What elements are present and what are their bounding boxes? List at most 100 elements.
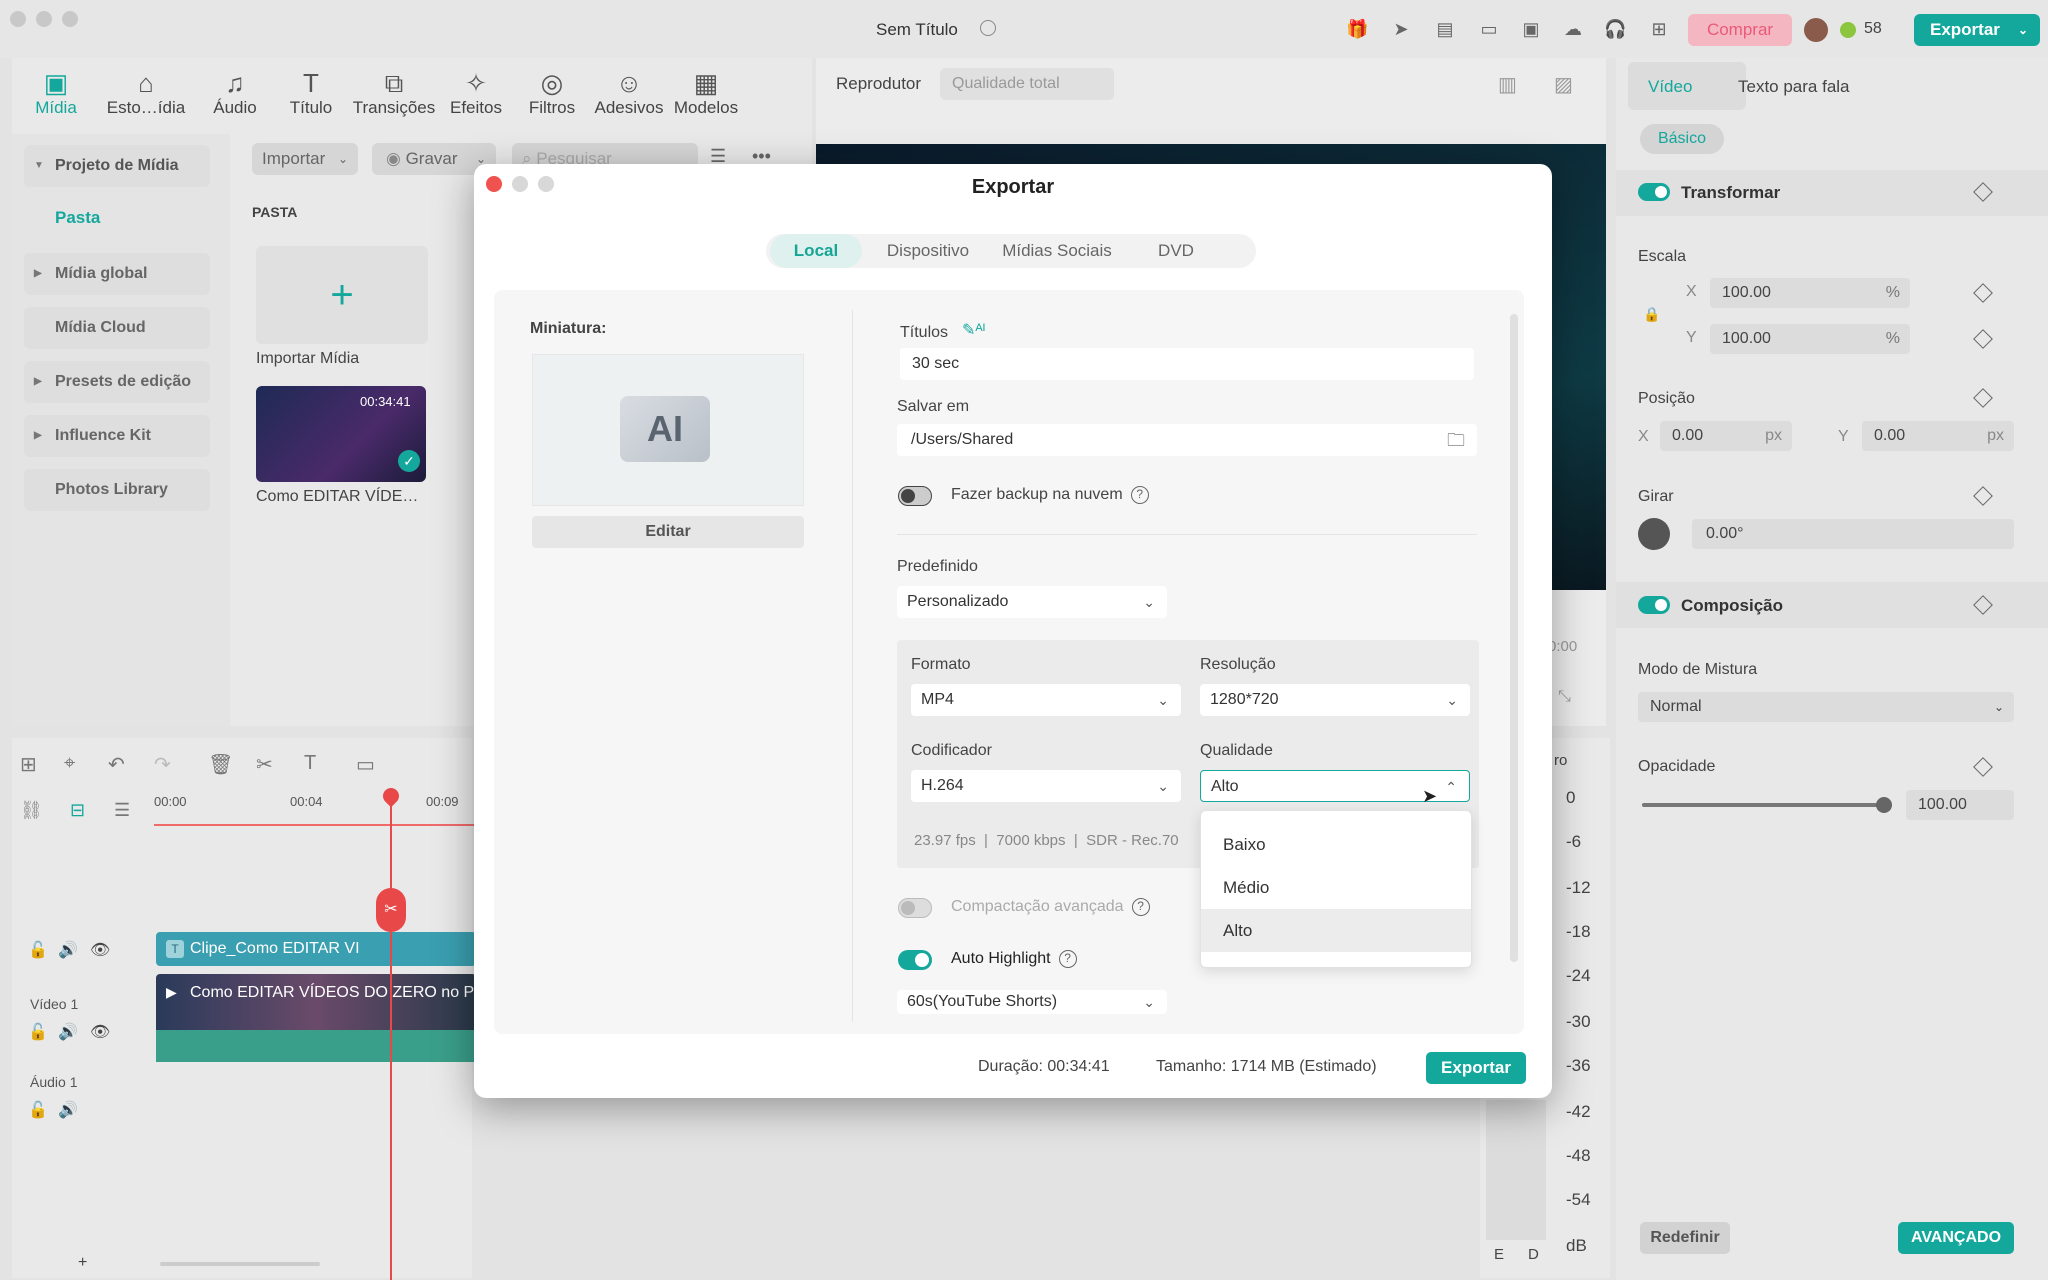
toolbar-media[interactable]: ▣ Mídia (30, 68, 82, 118)
title-input[interactable]: 30 sec (900, 348, 1474, 380)
lock-track-icon[interactable]: 🔓 (28, 940, 48, 960)
toolbar-title[interactable]: T Título (286, 68, 336, 118)
tab-video[interactable]: Vídeo (1648, 77, 1692, 97)
reset-button[interactable]: Redefinir (1640, 1222, 1730, 1254)
toolbar-templates[interactable]: ▦ Modelos (672, 68, 740, 118)
crop-icon[interactable]: ▭ (356, 752, 375, 777)
tab-social-media[interactable]: Mídias Sociais (992, 234, 1122, 268)
timeline-layout-icon[interactable]: ⊞ (20, 752, 37, 777)
sidebar-item-photos-library[interactable]: Photos Library (24, 469, 210, 511)
cloud-backup-toggle[interactable] (898, 486, 932, 506)
toolbar-transitions[interactable]: ⧉ Transições (352, 68, 436, 118)
highlight-duration-dropdown[interactable]: 60s(YouTube Shorts) ⌄ (897, 990, 1167, 1014)
redo-icon[interactable]: ↷ (154, 752, 171, 777)
toolbar-effects[interactable]: ✧ Efeitos (448, 68, 504, 118)
toolbar-stock-media[interactable]: ⌂ Esto…ídia (106, 68, 186, 118)
avatar[interactable] (1804, 18, 1828, 42)
help-icon[interactable]: ? (1130, 486, 1149, 504)
tab-local[interactable]: Local (770, 234, 862, 268)
toolbar-audio[interactable]: ♫ Áudio (210, 68, 260, 118)
folder-icon[interactable]: 🗀 (1447, 424, 1465, 456)
gift-icon[interactable]: 🎁 (1346, 18, 1368, 40)
export-top-button[interactable]: Exportar ⌄ (1914, 14, 2040, 46)
settings-scrollbar[interactable] (1510, 314, 1518, 962)
sidebar-item-project-media[interactable]: ▼ Projeto de Mídia (24, 145, 210, 187)
rotate-dial[interactable] (1638, 518, 1670, 550)
lock-track-icon[interactable]: 🔓 (28, 1022, 48, 1042)
advanced-compression-toggle[interactable] (898, 898, 932, 918)
eye-icon[interactable]: 👁 (90, 1022, 110, 1042)
send-icon[interactable]: ➤ (1390, 18, 1412, 40)
split-marker-icon[interactable]: ✂ (376, 888, 406, 932)
quality-option-high[interactable]: Alto (1201, 909, 1471, 952)
headset-icon[interactable]: 🎧 (1604, 18, 1626, 40)
zoom-window-button[interactable] (62, 11, 78, 27)
auto-highlight-toggle[interactable] (898, 950, 932, 970)
volume-icon[interactable]: 🔊 (58, 940, 78, 960)
toolbar-stickers[interactable]: ☺ Adesivos (592, 68, 666, 118)
magnet-icon[interactable]: ⊟ (70, 800, 85, 821)
sidebar-item-edit-presets[interactable]: ▶ Presets de edição (24, 361, 210, 403)
codec-dropdown[interactable]: H.264 ⌄ (911, 770, 1181, 802)
select-tool-icon[interactable]: ⌖ (64, 752, 75, 775)
import-media-tile[interactable]: + (256, 246, 428, 344)
blend-mode-dropdown[interactable]: Normal ⌄ (1638, 692, 2014, 722)
undo-icon[interactable]: ↶ (108, 752, 125, 777)
sidebar-item-influence-kit[interactable]: ▶ Influence Kit (24, 415, 210, 457)
tab-text-to-speech[interactable]: Texto para fala (1738, 77, 1850, 97)
eye-icon[interactable]: 👁 (90, 940, 110, 960)
help-icon[interactable]: ? (1131, 898, 1150, 916)
quality-option-low[interactable]: Baixo (1201, 823, 1471, 866)
transform-toggle[interactable] (1638, 183, 1670, 201)
quality-option-medium[interactable]: Médio (1201, 866, 1471, 909)
scale-y-input[interactable]: 100.00% (1710, 324, 1910, 354)
edit-thumbnail-button[interactable]: Editar (532, 516, 804, 548)
layout-icon[interactable]: ▭ (1478, 18, 1500, 40)
zoom-scrollbar[interactable] (160, 1262, 320, 1266)
save-path-input[interactable]: /Users/Shared 🗀 (897, 424, 1477, 456)
pos-x-input[interactable]: 0.00 px (1660, 421, 1792, 451)
image-icon[interactable]: ▨ (1554, 72, 1573, 97)
composition-toggle[interactable] (1638, 596, 1670, 614)
basic-chip[interactable]: Básico (1640, 124, 1724, 154)
unlink-icon[interactable]: ⛓ (20, 800, 43, 821)
quality-dropdown[interactable]: Qualidade total (940, 68, 1114, 100)
save-icon[interactable]: ▣ (1520, 18, 1542, 40)
apps-grid-icon[interactable]: ⊞ (1648, 18, 1670, 40)
text-tool-icon[interactable]: T (304, 752, 316, 775)
sidebar-item-global-media[interactable]: ▶ Mídia global (24, 253, 210, 295)
ai-pen-icon[interactable]: ✎ᴬᴵ (962, 320, 985, 340)
advanced-button[interactable]: AVANÇADO (1898, 1222, 2014, 1254)
close-window-button[interactable] (10, 11, 26, 27)
format-dropdown[interactable]: MP4 ⌄ (911, 684, 1181, 716)
video-clip[interactable]: Como EDITAR VÍDEOS DO ZERO no P (156, 974, 476, 1030)
import-dropdown[interactable]: Importar ⌄ (252, 143, 358, 175)
opacity-input[interactable]: 100.00 (1906, 790, 2014, 820)
scale-x-input[interactable]: 100.00% (1710, 278, 1910, 308)
cloud-upload-icon[interactable]: ☁ (1562, 18, 1584, 40)
preset-dropdown[interactable]: Personalizado ⌄ (897, 586, 1167, 618)
volume-icon[interactable]: 🔊 (58, 1022, 78, 1042)
grid-view-icon[interactable]: ▥ (1498, 72, 1517, 97)
tab-device[interactable]: Dispositivo (878, 234, 978, 268)
resolution-dropdown[interactable]: 1280*720 ⌄ (1200, 684, 1470, 716)
pos-y-input[interactable]: 0.00 px (1862, 421, 2014, 451)
sidebar-item-cloud-media[interactable]: Mídia Cloud (24, 307, 210, 349)
lock-icon[interactable]: 🔒 (1643, 306, 1660, 323)
export-button[interactable]: Exportar (1426, 1052, 1526, 1084)
rotate-input[interactable]: 0.00° (1692, 519, 2014, 549)
title-clip[interactable]: Clipe_Como EDITAR VI (156, 932, 476, 966)
sidebar-item-folder[interactable]: Pasta (55, 208, 100, 228)
opacity-slider-handle[interactable] (1876, 797, 1892, 813)
buy-button[interactable]: Comprar (1688, 14, 1792, 46)
tab-dvd[interactable]: DVD (1136, 234, 1216, 268)
minimize-window-button[interactable] (36, 11, 52, 27)
playhead-line[interactable] (390, 790, 392, 1280)
toolbar-filters[interactable]: ◎ Filtros (526, 68, 578, 118)
split-icon[interactable]: ✂ (256, 752, 273, 777)
expand-icon[interactable]: ⤡ (1558, 688, 1571, 706)
volume-icon[interactable]: 🔊 (58, 1100, 78, 1120)
track-icon[interactable]: ☰ (114, 800, 130, 821)
lock-track-icon[interactable]: 🔓 (28, 1100, 48, 1120)
project-title[interactable]: Sem Título (876, 20, 958, 40)
